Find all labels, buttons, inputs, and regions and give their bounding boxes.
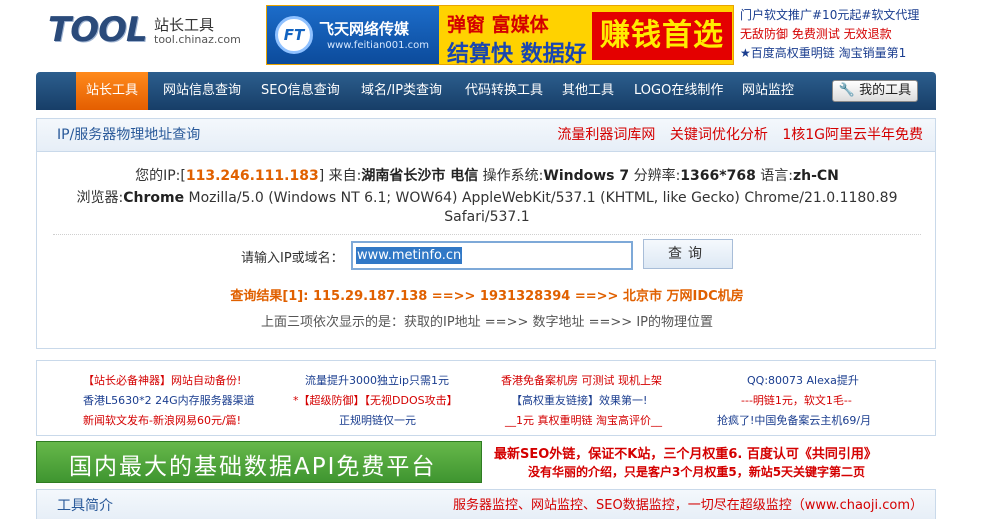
- logo-text: TOOL: [48, 10, 148, 50]
- sponsored-link[interactable]: 流量提升3000独立ip只需1元: [305, 371, 449, 391]
- panel-ad-link[interactable]: 流量利器词库网: [557, 127, 655, 143]
- user-agent-line2: Safari/537.1: [444, 209, 530, 225]
- input-selection: www.metinfo.cn: [353, 243, 631, 268]
- visitor-os: Windows 7: [543, 168, 630, 184]
- sponsored-link[interactable]: __1元 真权重明链 淘宝高评价__: [505, 411, 662, 431]
- panel-ad-link[interactable]: 关键词优化分析: [670, 127, 768, 143]
- header-ad-links: 门户软文推广#10元起#软文代理 无敌防御 免费测试 无效退款 ★百度高权重明链…: [740, 6, 936, 66]
- seo-ad-line1: 最新SEO外链，保证不K站，三个月权重6. 百度认可《共同引用》: [494, 447, 877, 462]
- header-ad-link[interactable]: 门户软文推广#10元起#软文代理: [740, 6, 936, 25]
- sponsored-link[interactable]: 新闻软文发布-新浪网易60元/篇!: [83, 411, 241, 431]
- nav-item-code-convert[interactable]: 代码转换工具: [465, 72, 543, 110]
- panel-ad-link[interactable]: 1核1G阿里云半年免费: [782, 127, 923, 143]
- nav-item-other-tools[interactable]: 其他工具: [562, 72, 614, 110]
- user-agent: Mozilla/5.0 (Windows NT 6.1; WOW64) Appl…: [184, 190, 898, 206]
- nav-item-seo-info[interactable]: SEO信息查询: [261, 72, 340, 110]
- logo-cn: 站长工具: [154, 16, 215, 34]
- result-note: 上面三项依次显示的是：获取的IP地址 ==>> 数字地址 ==>> IP的物理位…: [260, 315, 714, 330]
- sponsored-link[interactable]: 香港L5630*2 24G内存服务器渠道: [83, 391, 255, 411]
- query-button[interactable]: 查询: [643, 239, 733, 269]
- banner-line1: 弹窗 富媒体: [447, 14, 549, 36]
- sponsored-link[interactable]: ---明链1元，软文1毛--: [741, 391, 852, 411]
- ft-logo-icon: FT: [275, 16, 313, 54]
- banner-line2: 结算快 数据好: [447, 42, 587, 65]
- panel-header: IP/服务器物理地址查询 流量利器词库网 关键词优化分析 1核1G阿里云半年免费: [37, 119, 935, 152]
- nav-item-domain-ip[interactable]: 域名/IP类查询: [361, 72, 442, 110]
- my-tools-label: 我的工具: [859, 83, 912, 98]
- sponsored-link[interactable]: QQ:80073 Alexa提升: [747, 371, 859, 391]
- nav-item-site-info[interactable]: 网站信息查询: [163, 72, 241, 110]
- visitor-browser: Chrome: [123, 190, 185, 206]
- sponsored-link[interactable]: 香港免备案机房 可测试 现机上架: [501, 371, 662, 391]
- query-label: 请输入IP或域名：: [241, 251, 344, 266]
- sponsored-link[interactable]: 抢疯了!中国免备案云主机69/月: [717, 411, 871, 431]
- visitor-location: 湖南省长沙市 电信: [361, 168, 479, 184]
- sponsored-link[interactable]: 正规明链仅一元: [339, 411, 416, 431]
- browser-info-line: 浏览器:Chrome Mozilla/5.0 (Windows NT 6.1; …: [37, 187, 937, 207]
- ip-lookup-panel: IP/服务器物理地址查询 流量利器词库网 关键词优化分析 1核1G阿里云半年免费…: [36, 118, 936, 349]
- header-ad-link[interactable]: 无敌防御 免费测试 无效退款: [740, 25, 936, 44]
- api-platform-banner[interactable]: 国内最大的基础数据API免费平台: [36, 441, 482, 483]
- monitor-ad-link[interactable]: 服务器监控、网站监控、SEO数据监控，一切尽在超级监控（www.chaoji.c…: [453, 490, 923, 519]
- logo-url: tool.chinaz.com: [154, 33, 241, 46]
- ip-label: 您的IP:[: [135, 168, 186, 184]
- seo-ad-line2: 没有华丽的介绍，只是客户3个月权重5，新站5天关键字第二页: [528, 465, 866, 479]
- browser-label: 浏览器:: [76, 190, 124, 206]
- language-label: 语言:: [755, 168, 793, 184]
- visitor-language: zh-CN: [792, 168, 839, 184]
- visitor-resolution: 1366*768: [680, 168, 756, 184]
- api-banner-text: 国内最大的基础数据API免费平台: [69, 454, 437, 480]
- nav-item-webmaster-tools[interactable]: 站长工具: [76, 72, 149, 110]
- os-label: 操作系统:: [478, 168, 544, 184]
- header-ad-link[interactable]: ★百度高权重明链 淘宝销量第1: [740, 44, 936, 63]
- sponsored-link[interactable]: 【站长必备神器】网站自动备份!: [83, 371, 241, 391]
- sponsored-links: 【站长必备神器】网站自动备份! 流量提升3000独立ip只需1元 香港免备案机房…: [36, 360, 936, 436]
- panel-title: IP/服务器物理地址查询: [57, 127, 201, 143]
- site-logo[interactable]: TOOL 站长工具 tool.chinaz.com: [48, 10, 258, 50]
- nav-item-site-monitor[interactable]: 网站监控: [742, 72, 794, 110]
- my-tools-button[interactable]: 🔧 我的工具: [832, 80, 918, 102]
- ad-banner[interactable]: FT 飞天网络传媒 www.feitian001.com 弹窗 富媒体 结算快 …: [266, 5, 734, 65]
- banner-url: www.feitian001.com: [327, 40, 430, 51]
- wrench-icon: 🔧: [838, 83, 856, 98]
- header: TOOL 站长工具 tool.chinaz.com FT 飞天网络传媒 www.…: [0, 0, 1006, 70]
- tool-intro-panel: 工具简介 服务器监控、网站监控、SEO数据监控，一切尽在超级监控（www.cha…: [36, 489, 936, 519]
- nav-item-logo-maker[interactable]: LOGO在线制作: [634, 72, 723, 110]
- visitor-ip: 113.246.111.183: [185, 168, 319, 184]
- resolution-label: 分辨率:: [629, 168, 681, 184]
- banner-slogan: 赚钱首选: [592, 12, 732, 60]
- visitor-info-line: 您的IP:[113.246.111.183] 来自:湖南省长沙市 电信 操作系统…: [37, 165, 937, 185]
- query-result: 查询结果[1]: 115.29.187.138 ==>> 1931328394 …: [230, 289, 744, 304]
- seo-ad-banner[interactable]: 最新SEO外链，保证不K站，三个月权重6. 百度认可《共同引用》 没有华丽的介绍…: [488, 441, 936, 483]
- banner-brand: FT 飞天网络传媒 www.feitian001.com: [267, 6, 439, 64]
- from-label: ] 来自:: [318, 168, 362, 184]
- sponsored-link[interactable]: 【高权重友链接】效果第一!: [511, 391, 647, 411]
- banner-company: 飞天网络传媒: [319, 20, 410, 38]
- main-nav: 站长工具 网站信息查询 SEO信息查询 域名/IP类查询 代码转换工具 其他工具…: [36, 72, 936, 110]
- tool-intro-title: 工具简介: [57, 498, 113, 514]
- selected-text: www.metinfo.cn: [356, 247, 463, 264]
- panel-ad-links: 流量利器词库网 关键词优化分析 1核1G阿里云半年免费: [547, 119, 923, 152]
- divider: [53, 234, 921, 235]
- sponsored-link[interactable]: *【超级防御】【无视DDOS攻击】: [293, 391, 458, 411]
